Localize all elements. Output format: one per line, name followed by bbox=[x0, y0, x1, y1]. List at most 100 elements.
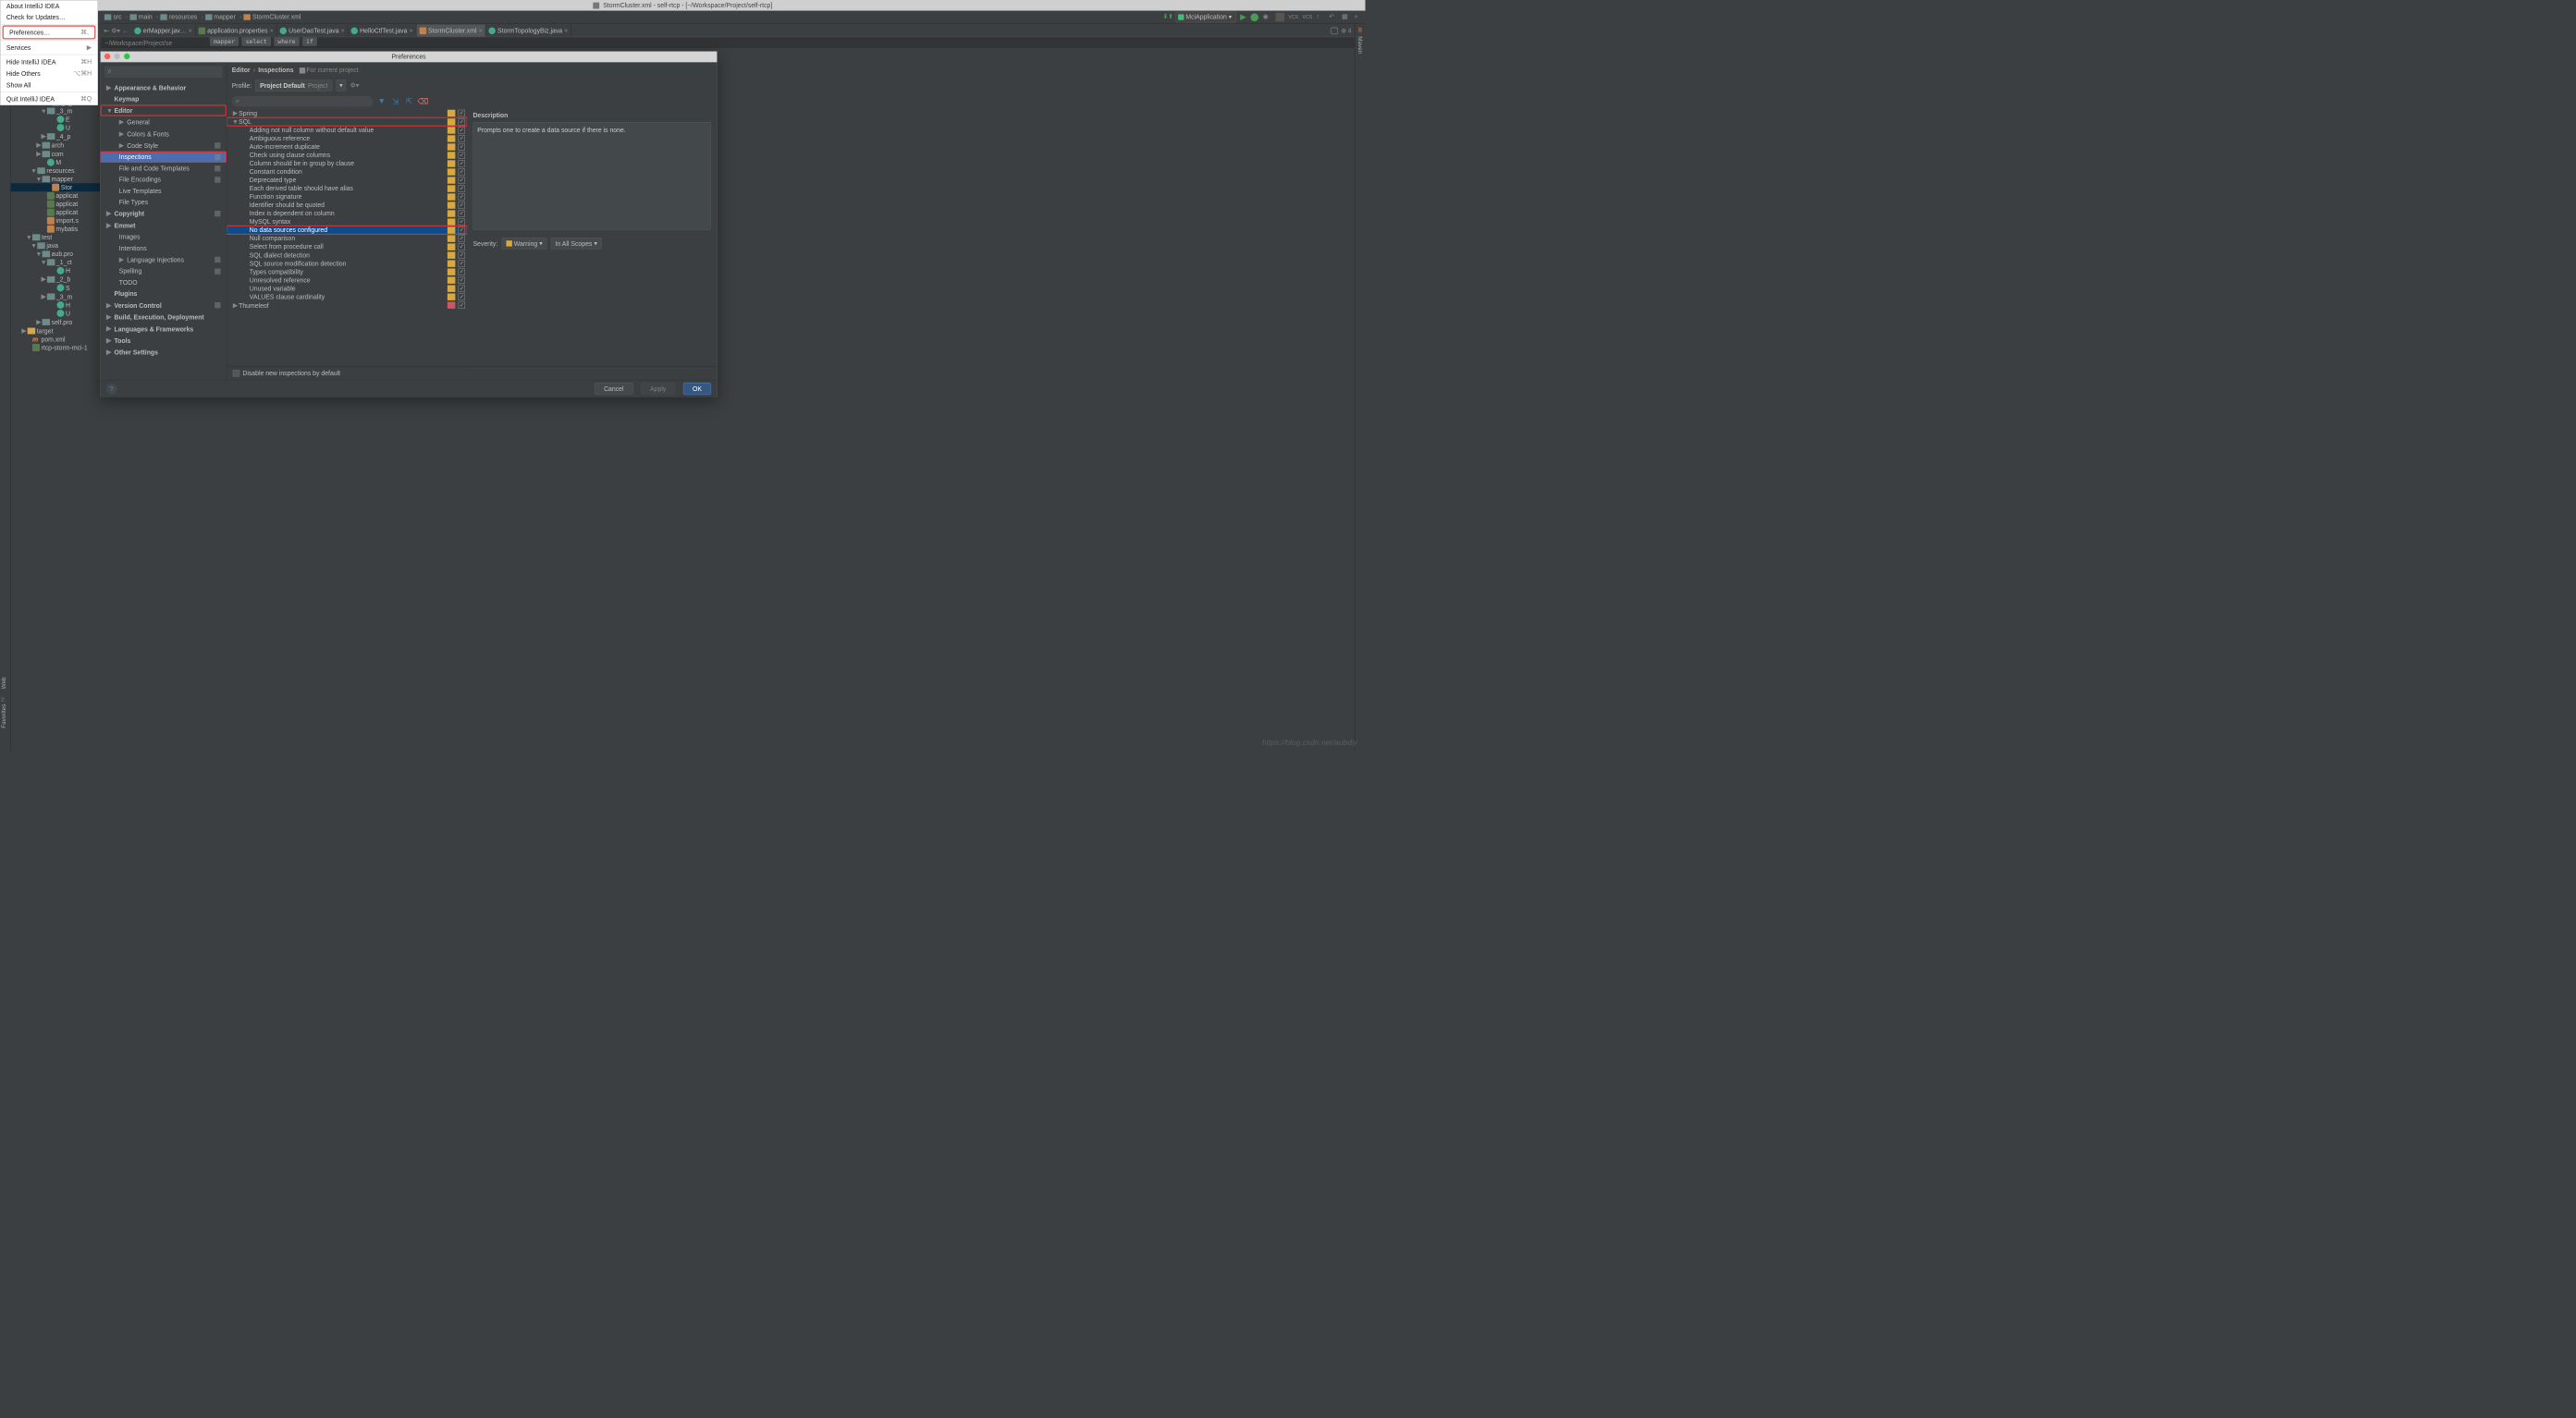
reset-icon[interactable]: ⌫ bbox=[418, 96, 428, 106]
make-project-icon[interactable]: ⬇⬆ bbox=[1163, 13, 1172, 22]
inspection-item[interactable]: Types compatibility bbox=[227, 267, 467, 275]
profile-selector[interactable]: Project Default Project bbox=[255, 79, 332, 91]
inspection-checkbox[interactable] bbox=[459, 202, 465, 208]
tree-arrow-icon[interactable]: ▼ bbox=[31, 167, 37, 175]
bc-item[interactable]: mapper bbox=[205, 13, 236, 20]
inspection-checkbox[interactable] bbox=[459, 251, 465, 258]
tree-arrow-icon[interactable]: ▼ bbox=[232, 118, 239, 126]
nav-item[interactable]: File Encodings bbox=[101, 174, 227, 185]
inspection-checkbox[interactable] bbox=[459, 301, 465, 308]
nav-item[interactable]: ▶Appearance & Behavior bbox=[101, 82, 227, 94]
crumb-tag[interactable]: if bbox=[302, 37, 317, 46]
crumb-tag[interactable]: where bbox=[274, 37, 300, 46]
inspection-checkbox[interactable] bbox=[459, 177, 465, 183]
nav-item[interactable]: File Types bbox=[101, 197, 227, 208]
tree-node[interactable]: H bbox=[11, 300, 102, 309]
inspection-checkbox[interactable] bbox=[459, 218, 465, 225]
close-tab-icon[interactable]: × bbox=[410, 27, 413, 34]
inspection-category[interactable]: ▶Thumeleof bbox=[227, 300, 467, 310]
navigate-back-icon[interactable]: ← bbox=[122, 27, 129, 34]
favorites-tool-button[interactable]: Favorites bbox=[0, 703, 6, 727]
run-icon[interactable]: ▶ bbox=[1240, 12, 1246, 22]
close-tab-icon[interactable]: × bbox=[270, 27, 274, 34]
inspection-checkbox[interactable] bbox=[459, 260, 465, 266]
menu-about[interactable]: About IntelliJ IDEA bbox=[1, 1, 98, 12]
inspection-item[interactable]: Unresolved reference bbox=[227, 275, 467, 284]
menu-updates[interactable]: Check for Updates… bbox=[1, 12, 98, 23]
tree-arrow-icon[interactable]: ▶ bbox=[40, 132, 46, 140]
tree-node[interactable]: mybatis bbox=[11, 225, 102, 233]
inspection-item[interactable]: Unused variable bbox=[227, 284, 467, 292]
tree-node[interactable]: ▼mapper bbox=[11, 175, 102, 183]
hide-tool-icon[interactable]: ⇤ bbox=[104, 27, 109, 34]
apply-button[interactable]: Apply bbox=[641, 383, 675, 395]
viewer-icon[interactable] bbox=[1331, 28, 1338, 34]
inspection-checkbox[interactable] bbox=[459, 127, 465, 133]
inspection-checkbox[interactable] bbox=[459, 243, 465, 250]
nav-item[interactable]: File and Code Templates bbox=[101, 163, 227, 174]
tree-arrow-icon[interactable]: ▼ bbox=[40, 259, 46, 266]
cancel-button[interactable]: Cancel bbox=[595, 383, 633, 395]
tree-arrow-icon[interactable]: ▼ bbox=[35, 251, 42, 258]
inspection-checkbox[interactable] bbox=[459, 135, 465, 141]
tree-node[interactable]: applicat bbox=[11, 191, 102, 200]
close-icon[interactable] bbox=[104, 54, 110, 59]
inspection-item[interactable]: Auto-increment duplicate bbox=[227, 142, 467, 151]
inspection-item[interactable]: VALUES clause cardinality bbox=[227, 292, 467, 300]
expand-all-icon[interactable]: ⇲ bbox=[390, 96, 400, 106]
tree-node[interactable]: ▼test bbox=[11, 233, 102, 241]
tree-node[interactable]: S bbox=[11, 284, 102, 292]
nav-item[interactable]: ▶Tools bbox=[101, 335, 227, 347]
tree-arrow-icon[interactable]: ▶ bbox=[35, 141, 42, 149]
profile-dropdown-button[interactable]: ▾ bbox=[336, 79, 346, 92]
menu-show-all[interactable]: Show All bbox=[1, 79, 98, 91]
collapse-all-icon[interactable]: ⇱ bbox=[404, 96, 414, 106]
gear-icon[interactable]: ⚙▾ bbox=[350, 81, 360, 89]
editor-tab[interactable]: erMapper.jav…× bbox=[131, 24, 195, 36]
tree-arrow-icon[interactable]: ▶ bbox=[232, 109, 239, 116]
tree-node[interactable]: ▶arch bbox=[11, 141, 102, 150]
nav-item[interactable]: ▶Copyright bbox=[101, 208, 227, 220]
search-icon[interactable]: ⌕ bbox=[1355, 13, 1364, 22]
inspection-item[interactable]: Ambiguous reference bbox=[227, 134, 467, 142]
inspection-item[interactable]: Null comparison bbox=[227, 234, 467, 242]
nav-item[interactable]: Spelling bbox=[101, 265, 227, 276]
close-tab-icon[interactable]: × bbox=[479, 27, 483, 34]
tree-node[interactable]: U bbox=[11, 309, 102, 317]
nav-item[interactable]: Plugins bbox=[101, 288, 227, 299]
nav-item[interactable]: ▶Colors & Fonts bbox=[101, 128, 227, 140]
vcs-label[interactable]: VCS bbox=[1302, 15, 1312, 20]
inspection-checkbox[interactable] bbox=[459, 293, 465, 299]
settings-search-input[interactable] bbox=[104, 67, 223, 79]
tree-node[interactable]: ▼_3_m bbox=[11, 107, 102, 116]
inspection-checkbox[interactable] bbox=[459, 268, 465, 275]
nav-item[interactable]: ▶Code Style bbox=[101, 140, 227, 152]
tree-arrow-icon[interactable]: ▼ bbox=[40, 107, 46, 115]
tree-arrow-icon[interactable]: ▶ bbox=[40, 292, 46, 299]
tree-arrow-icon[interactable]: ▶ bbox=[20, 327, 27, 335]
tree-node[interactable]: applicat bbox=[11, 208, 102, 216]
close-tab-icon[interactable]: × bbox=[564, 27, 568, 34]
minimize-icon[interactable] bbox=[114, 54, 119, 59]
tree-arrow-icon[interactable]: ▼ bbox=[31, 242, 37, 250]
vcs-revert-icon[interactable]: ↶ bbox=[1329, 13, 1338, 22]
inspection-category[interactable]: ▼SQL bbox=[227, 117, 467, 126]
nav-item[interactable]: ▼Editor bbox=[101, 104, 227, 116]
nav-item[interactable]: ▶Language Injections bbox=[101, 254, 227, 266]
inspection-item[interactable]: Column should be in group by clause bbox=[227, 159, 467, 167]
tree-node[interactable]: mpom.xml bbox=[11, 336, 102, 344]
settings-icon[interactable]: ▦ bbox=[1342, 13, 1351, 22]
dialog-title-bar[interactable]: Preferences bbox=[101, 52, 718, 63]
tree-node[interactable]: ▼aub.pro bbox=[11, 250, 102, 258]
nav-item[interactable]: Keymap bbox=[101, 93, 227, 104]
menu-hide[interactable]: Hide IntelliJ IDEA⌘H bbox=[1, 55, 98, 67]
tree-node[interactable]: ▶_3_m bbox=[11, 292, 102, 301]
tree-node[interactable]: ▼resources bbox=[11, 166, 102, 175]
tree-arrow-icon[interactable]: ▶ bbox=[35, 318, 42, 325]
bc-item[interactable]: resources bbox=[160, 13, 197, 20]
nav-item[interactable]: ▶Languages & Frameworks bbox=[101, 323, 227, 335]
nav-item[interactable]: ▶Other Settings bbox=[101, 347, 227, 359]
menu-services[interactable]: Services▶ bbox=[1, 42, 98, 54]
inspection-checkbox[interactable] bbox=[459, 235, 465, 241]
maven-tool-label[interactable]: Maven bbox=[1356, 36, 1363, 54]
